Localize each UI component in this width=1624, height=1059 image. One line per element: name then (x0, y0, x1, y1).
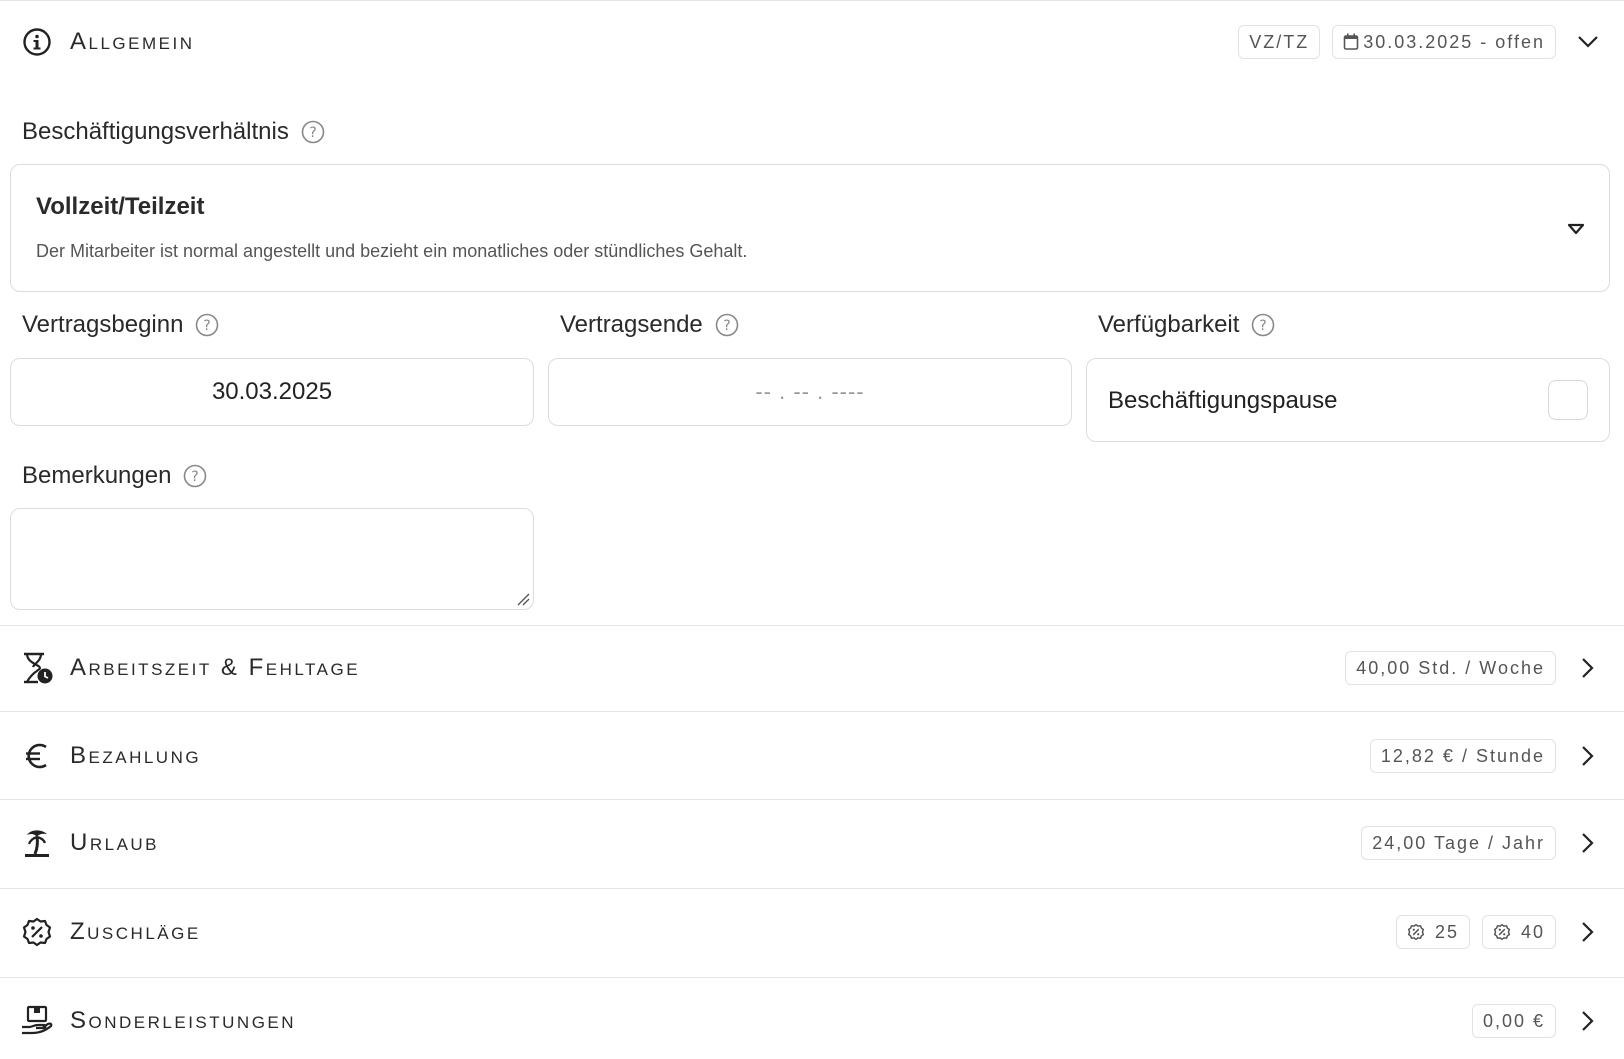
badge-text: 40 (1520, 921, 1545, 942)
select-description: Der Mitarbeiter ist normal angestellt un… (36, 241, 748, 261)
working-hours-badge: 40,00 Std. / Woche (1345, 651, 1556, 685)
section-title: Arbeitszeit & Fehltage (70, 654, 361, 681)
section-title: Allgemein (70, 28, 195, 55)
svg-text:?: ? (309, 125, 316, 141)
chevron-right-icon[interactable] (1574, 918, 1602, 946)
surcharge-badge-2: 40 (1481, 915, 1556, 949)
badge-text: 12,82 € / Stunde (1380, 745, 1545, 766)
contract-end-placeholder: -- . -- . ---- (755, 379, 865, 404)
resize-handle-icon[interactable] (516, 592, 530, 606)
help-icon[interactable]: ? (195, 313, 219, 337)
pay-rate-badge: 12,82 € / Stunde (1369, 739, 1556, 773)
employment-type-select[interactable]: Vollzeit/Teilzeit Der Mitarbeiter ist no… (10, 164, 1610, 292)
chevron-right-icon[interactable] (1574, 1007, 1602, 1035)
section-header-arbeitszeit[interactable]: Arbeitszeit & Fehltage 40,00 Std. / Woch… (0, 637, 1624, 699)
employment-type-badge: VZ/TZ (1238, 25, 1321, 59)
availability-option-label: Beschäftigungspause (1108, 387, 1338, 414)
caret-down-icon (1567, 223, 1585, 235)
section-title: Sonderleistungen (70, 1007, 297, 1034)
availability-label: Verfügbarkeit ? (1098, 305, 1275, 345)
remarks-label: Bemerkungen ? (22, 456, 207, 496)
percent-badge-icon (20, 915, 54, 949)
chevron-down-icon[interactable] (1574, 28, 1602, 56)
section-header-bezahlung[interactable]: Bezahlung 12,82 € / Stunde (0, 725, 1624, 787)
label-text: Beschäftigungsverhältnis (22, 118, 289, 145)
contract-start-label: Vertragsbeginn ? (22, 305, 219, 345)
svg-text:?: ? (204, 318, 211, 334)
section-title: Urlaub (70, 829, 160, 856)
contract-start-value: 30.03.2025 (211, 378, 333, 405)
special-benefits-badge: 0,00 € (1471, 1004, 1556, 1038)
select-title: Vollzeit/Teilzeit (36, 193, 205, 220)
percent-badge-icon (1493, 923, 1511, 941)
contract-end-label: Vertragsende ? (560, 305, 739, 345)
section-header-urlaub[interactable]: Urlaub 24,00 Tage / Jahr (0, 812, 1624, 874)
label-text: Bemerkungen (22, 462, 172, 489)
vacation-badge: 24,00 Tage / Jahr (1361, 826, 1556, 860)
chevron-right-icon[interactable] (1574, 829, 1602, 857)
label-text: Verfügbarkeit (1098, 311, 1240, 338)
section-title: Bezahlung (70, 742, 202, 769)
chevron-right-icon[interactable] (1574, 742, 1602, 770)
svg-text:?: ? (192, 469, 199, 485)
help-icon[interactable]: ? (1251, 313, 1275, 337)
section-header-allgemein[interactable]: Allgemein VZ/TZ 30.03.2025 - offen (0, 12, 1624, 72)
badge-text: 30.03.2025 - offen (1363, 31, 1545, 52)
label-text: Vertragsbeginn (22, 311, 184, 338)
remarks-textarea[interactable] (10, 508, 534, 610)
badge-text: 0,00 € (1482, 1010, 1545, 1031)
availability-option[interactable]: Beschäftigungspause (1086, 358, 1610, 442)
help-icon[interactable]: ? (715, 313, 739, 337)
section-title: Zuschläge (70, 918, 201, 945)
help-icon[interactable]: ? (301, 120, 325, 144)
help-icon[interactable]: ? (183, 464, 207, 488)
percent-badge-icon (1407, 923, 1424, 941)
palm-tree-icon (20, 826, 54, 860)
hourglass-clock-icon (20, 651, 54, 685)
section-header-sonderleistungen[interactable]: Sonderleistungen 0,00 € (0, 990, 1624, 1052)
employment-type-label: Beschäftigungsverhältnis ? (22, 112, 325, 152)
svg-text:?: ? (1260, 318, 1267, 334)
hand-gift-icon (20, 1004, 54, 1038)
availability-checkbox[interactable] (1548, 380, 1588, 420)
calendar-icon (1343, 33, 1359, 50)
section-header-zuschlaege[interactable]: Zuschläge 25 40 (0, 901, 1624, 963)
svg-text:?: ? (723, 318, 730, 334)
info-circle-icon (20, 25, 54, 59)
badge-text: VZ/TZ (1249, 31, 1310, 52)
label-text: Vertragsende (560, 311, 703, 338)
badge-text: 24,00 Tage / Jahr (1372, 832, 1545, 853)
euro-icon (20, 739, 54, 773)
badge-text: 25 (1434, 921, 1459, 942)
chevron-right-icon[interactable] (1574, 654, 1602, 682)
badge-text: 40,00 Std. / Woche (1356, 657, 1545, 678)
contract-period-badge: 30.03.2025 - offen (1332, 25, 1556, 59)
contract-start-input[interactable]: 30.03.2025 (10, 358, 534, 426)
contract-end-input[interactable]: -- . -- . ---- (548, 358, 1072, 426)
surcharge-badge-1: 25 (1395, 915, 1470, 949)
